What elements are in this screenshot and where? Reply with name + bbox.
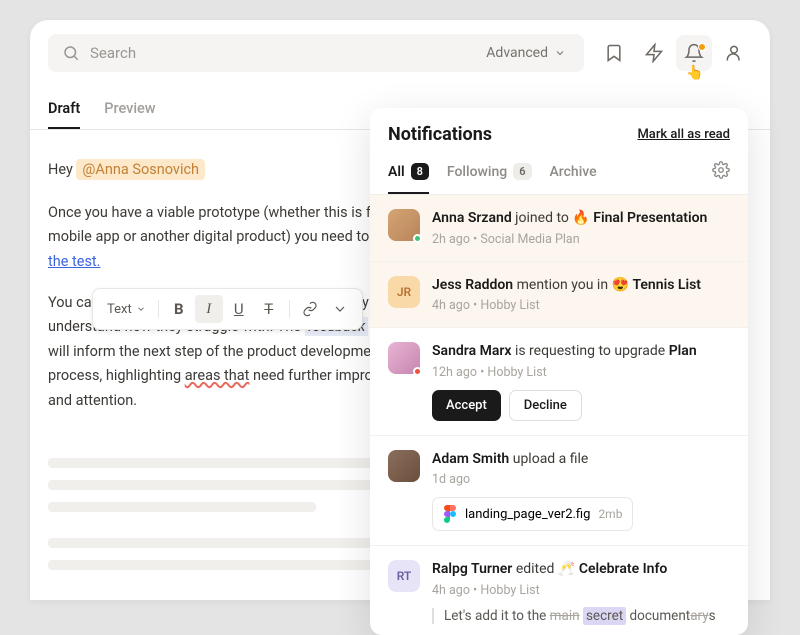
bolt-button[interactable] xyxy=(636,35,672,71)
file-size: 2mb xyxy=(598,507,622,521)
notification-meta: 1d ago xyxy=(432,472,730,487)
tab-draft[interactable]: Draft xyxy=(48,90,80,129)
notification-dot xyxy=(698,43,706,51)
chevron-down-icon xyxy=(554,47,566,59)
notification-meta: 4h ago • Hobby List xyxy=(432,583,730,598)
skeleton-line xyxy=(48,502,316,512)
notification-meta: 4h ago • Hobby List xyxy=(432,298,730,313)
mark-all-read-link[interactable]: Mark all as read xyxy=(637,127,730,142)
strikethrough-button[interactable]: T xyxy=(255,295,283,323)
avatar: RT xyxy=(388,560,420,592)
notif-tab-archive[interactable]: Archive xyxy=(550,164,597,194)
notification-body: Anna Srzand joined to 🔥 Final Presentati… xyxy=(432,209,730,247)
avatar xyxy=(388,209,420,241)
inserted-text: secret xyxy=(583,607,626,625)
avatar: JR xyxy=(388,276,420,308)
notifications-panel: Notifications Mark all as read All 8 Fol… xyxy=(370,108,748,635)
file-name: landing_page_ver2.fig xyxy=(465,507,590,522)
tab-preview[interactable]: Preview xyxy=(104,90,155,129)
advanced-label: Advanced xyxy=(486,45,548,61)
skeleton-line xyxy=(48,538,400,548)
italic-button[interactable]: I xyxy=(195,295,223,323)
search-box[interactable]: Advanced xyxy=(48,34,584,72)
notification-body: Jess Raddon mention you in 😍 Tennis List… xyxy=(432,276,730,314)
notification-actions: Accept Decline xyxy=(432,390,730,421)
notification-body: Sandra Marx is requesting to upgrade Pla… xyxy=(432,342,730,421)
notifications-tabs: All 8 Following 6 Archive xyxy=(370,153,748,195)
advanced-toggle[interactable]: Advanced xyxy=(486,45,570,61)
decline-button[interactable]: Decline xyxy=(509,390,582,421)
notification-item[interactable]: Adam Smith upload a file 1d ago landing_… xyxy=(370,436,748,547)
underline-button[interactable]: U xyxy=(225,295,253,323)
topbar: Advanced 👆 xyxy=(30,20,770,86)
user-mention[interactable]: @Anna Sosnovich xyxy=(76,159,205,180)
cursor-icon: 👆 xyxy=(686,65,703,81)
following-count-badge: 6 xyxy=(513,163,531,180)
file-attachment[interactable]: landing_page_ver2.fig 2mb xyxy=(432,497,633,531)
avatar xyxy=(388,450,420,482)
separator xyxy=(158,300,159,318)
bold-button[interactable]: B xyxy=(165,295,193,323)
more-button[interactable] xyxy=(326,295,354,323)
notification-body: Adam Smith upload a file 1d ago landing_… xyxy=(432,450,730,532)
notifications-title: Notifications xyxy=(388,124,492,145)
greeting-prefix: Hey xyxy=(48,161,76,178)
notification-item[interactable]: JR Jess Raddon mention you in 😍 Tennis L… xyxy=(370,262,748,329)
notifications-header: Notifications Mark all as read xyxy=(370,108,748,153)
notification-body: Ralpg Turner edited 🥂 Celebrate Info 4h … xyxy=(432,560,730,624)
deleted-text: ary xyxy=(690,608,708,624)
edit-diff: Let's add it to the main secret document… xyxy=(432,608,730,624)
presence-online xyxy=(413,234,422,243)
app-window: Advanced 👆 Draft Preview H xyxy=(30,20,770,600)
figma-icon xyxy=(443,505,457,523)
notification-meta: 12h ago • Hobby List xyxy=(432,365,730,380)
notif-settings-button[interactable] xyxy=(712,161,730,183)
search-input[interactable] xyxy=(90,44,476,62)
notif-tab-all[interactable]: All 8 xyxy=(388,163,429,194)
search-icon xyxy=(62,44,80,62)
all-count-badge: 8 xyxy=(411,163,429,180)
notification-item[interactable]: Sandra Marx is requesting to upgrade Pla… xyxy=(370,328,748,436)
gear-icon xyxy=(712,161,730,179)
chevron-down-icon xyxy=(136,304,146,314)
separator xyxy=(289,300,290,318)
text-style-dropdown[interactable]: Text xyxy=(101,298,152,321)
test-link[interactable]: the test. xyxy=(48,253,101,270)
bolt-icon xyxy=(644,43,664,63)
bookmark-button[interactable] xyxy=(596,35,632,71)
presence-busy xyxy=(413,367,422,376)
notification-item[interactable]: RT Ralpg Turner edited 🥂 Celebrate Info … xyxy=(370,546,748,635)
wavy-underline: areas that xyxy=(185,367,250,384)
notifications-button[interactable]: 👆 xyxy=(676,35,712,71)
notifications-list: Anna Srzand joined to 🔥 Final Presentati… xyxy=(370,195,748,635)
profile-button[interactable] xyxy=(716,35,752,71)
floating-toolbar[interactable]: Text B I U T xyxy=(92,288,363,330)
notif-tab-following[interactable]: Following 6 xyxy=(447,163,532,194)
user-icon xyxy=(724,43,744,63)
deleted-text: main xyxy=(550,608,580,624)
link-button[interactable] xyxy=(296,295,324,323)
accept-button[interactable]: Accept xyxy=(432,390,501,421)
notification-meta: 2h ago • Social Media Plan xyxy=(432,232,730,247)
notification-item[interactable]: Anna Srzand joined to 🔥 Final Presentati… xyxy=(370,195,748,262)
bookmark-icon xyxy=(604,43,624,63)
chevron-down-icon xyxy=(332,301,348,317)
avatar xyxy=(388,342,420,374)
link-icon xyxy=(302,301,318,317)
top-icons: 👆 xyxy=(596,35,752,71)
